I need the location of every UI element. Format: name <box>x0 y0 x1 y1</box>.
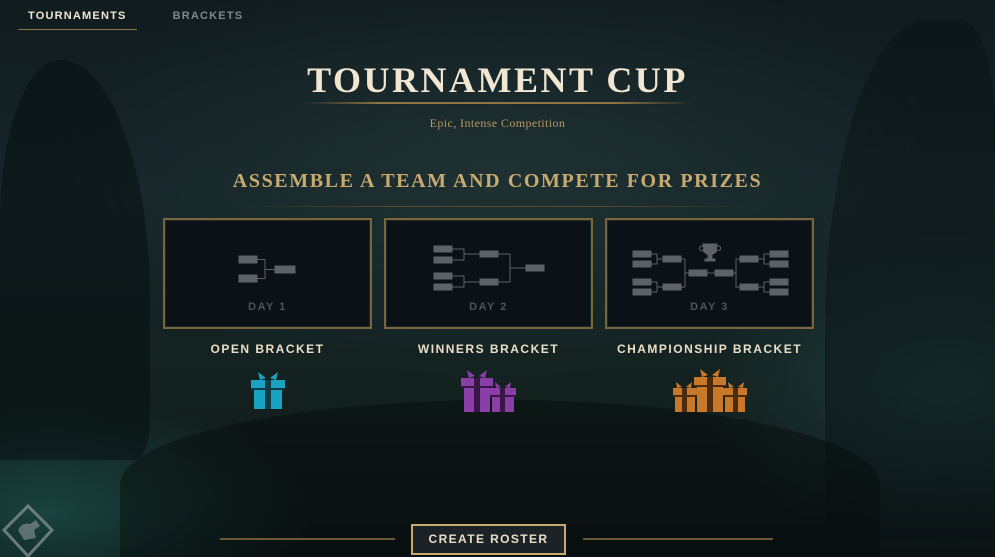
tab-brackets[interactable]: BRACKETS <box>163 0 254 30</box>
page-subtitle: Epic, Intense Competition <box>429 116 566 130</box>
team-badge-icon[interactable] <box>0 500 58 557</box>
tagline: ASSEMBLE A TEAM AND COMPETE FOR PRIZES <box>232 170 763 192</box>
create-roster-button[interactable]: CREATE ROSTER <box>411 524 566 555</box>
card-frame: DAY 3 <box>605 218 814 329</box>
day-label: DAY 2 <box>469 301 508 313</box>
gifts-icon <box>460 370 516 412</box>
page-title: TOURNAMENT CUP <box>307 60 688 100</box>
card-frame: DAY 2 <box>384 218 593 329</box>
card-frame: DAY 1 <box>163 218 372 329</box>
footer-divider-left <box>220 538 395 540</box>
header: TOURNAMENT CUP Epic, Intense Competition <box>0 58 995 131</box>
title-divider <box>302 102 693 104</box>
day-label: DAY 1 <box>248 301 287 313</box>
top-nav: TOURNAMENTS BRACKETS <box>18 0 253 30</box>
tab-tournaments[interactable]: TOURNAMENTS <box>18 0 137 30</box>
footer-divider-right <box>583 538 773 540</box>
gift-icon <box>250 372 285 409</box>
card-title: OPEN BRACKET <box>210 342 325 356</box>
tagline-divider <box>240 206 755 207</box>
card-title: CHAMPIONSHIP BRACKET <box>616 342 803 356</box>
card-championship-bracket[interactable]: DAY 3 CHAMPIONSHIP BRACKET <box>605 218 814 414</box>
card-winners-bracket[interactable]: DAY 2 WINNERS BRACKET <box>384 218 593 414</box>
card-open-bracket[interactable]: DAY 1 OPEN BRACKET <box>163 218 372 412</box>
gift-pile-icon <box>672 369 747 412</box>
day-label: DAY 3 <box>690 301 729 313</box>
card-title: WINNERS BRACKET <box>417 342 560 356</box>
